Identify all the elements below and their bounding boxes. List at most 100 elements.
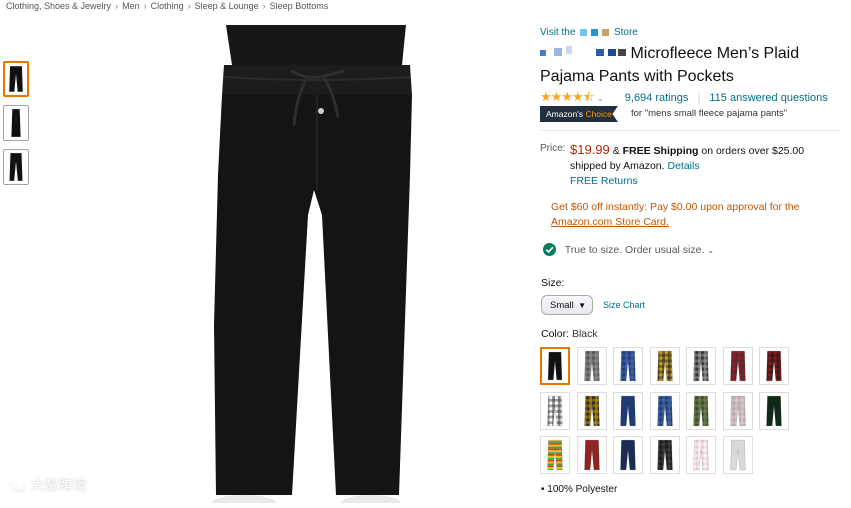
color-swatch[interactable] xyxy=(540,347,570,385)
pants-thumbnail-image xyxy=(9,153,23,181)
pants-swatch-image xyxy=(693,350,709,382)
watermark-icon: ◔◡ xyxy=(6,477,27,493)
product-title: Microfleece Men’s Plaid Pajama Pants wit… xyxy=(540,42,840,88)
check-circle-icon xyxy=(543,243,556,256)
color-swatch[interactable] xyxy=(686,347,716,385)
pants-swatch-image xyxy=(547,395,563,426)
pants-swatch-image xyxy=(693,439,709,471)
pants-swatch-image xyxy=(547,439,563,471)
price-value: $19.99 xyxy=(570,142,610,157)
breadcrumb-separator: › xyxy=(143,1,147,11)
pants-swatch-image xyxy=(547,351,563,381)
pants-swatch-image xyxy=(656,395,673,426)
star-rating-icon[interactable]: ★★★★⯪ xyxy=(540,89,595,104)
badge-amazons-text: Amazon's xyxy=(546,109,584,119)
main-product-image[interactable] xyxy=(196,25,436,508)
promo-text: Get $60 off instantly: Pay $0.00 upon ap… xyxy=(551,201,800,213)
separator: | xyxy=(697,92,701,104)
store-link[interactable]: Visit the Store xyxy=(540,27,638,38)
breadcrumb-link-sleep-bottoms[interactable]: Sleep Bottoms xyxy=(270,1,329,11)
pants-swatch-image xyxy=(583,395,600,426)
watermark-logo: ◔◡ 大数跨境 xyxy=(6,475,87,495)
pants-swatch-image xyxy=(620,439,636,471)
choice-keyword-text: for "mens small fleece pajama pants" xyxy=(631,108,788,119)
thumbnail-side[interactable] xyxy=(3,105,29,141)
color-swatch[interactable] xyxy=(576,391,607,430)
price-amp: & xyxy=(612,145,620,157)
store-card-link[interactable]: Amazon.com Store Card. xyxy=(551,216,669,228)
fit-text: True to size. Order usual size. xyxy=(564,244,705,256)
fit-recommendation[interactable]: True to size. Order usual size. ⌄ xyxy=(543,243,714,256)
divider xyxy=(540,130,840,131)
color-swatch[interactable] xyxy=(722,391,753,430)
badge-choice-text: Choice xyxy=(585,109,612,119)
free-shipping-text: FREE Shipping xyxy=(622,145,699,157)
color-swatch[interactable] xyxy=(759,391,789,430)
color-swatch[interactable] xyxy=(540,436,570,474)
ratings-count-link[interactable]: 9,694 ratings xyxy=(625,92,689,104)
color-swatch[interactable] xyxy=(613,391,643,430)
pants-swatch-image xyxy=(583,439,600,471)
chevron-down-icon: ▼ xyxy=(578,301,586,310)
chevron-down-icon[interactable]: ⌄ xyxy=(597,94,604,103)
feature-bullets: • 100% Polyester xyxy=(541,484,617,495)
watermark-text: 大数跨境 xyxy=(30,477,87,493)
pants-swatch-image xyxy=(656,350,673,382)
breadcrumb: Clothing, Shoes & Jewelry › Men › Clothing › S… xyxy=(6,1,328,11)
thumbnail-back[interactable] xyxy=(3,149,29,185)
pants-swatch-image xyxy=(693,395,709,426)
breadcrumb-link-clothing-shoes-jewelry[interactable]: Clothing, Shoes & Jewelry xyxy=(6,1,111,11)
breadcrumb-link-men[interactable]: Men xyxy=(122,1,140,11)
color-selected-value: Black xyxy=(571,328,598,340)
color-swatch[interactable] xyxy=(759,347,789,385)
free-returns-link[interactable]: FREE Returns xyxy=(570,175,638,187)
color-label: Color: Black xyxy=(541,328,598,340)
color-swatch[interactable] xyxy=(576,436,607,474)
color-swatch[interactable] xyxy=(540,391,570,430)
color-swatch[interactable] xyxy=(686,391,716,430)
size-chart-link[interactable]: Size Chart xyxy=(603,300,645,310)
pants-swatch-image xyxy=(656,439,673,471)
size-label: Size: xyxy=(541,277,565,289)
thumbnail-front[interactable] xyxy=(3,61,29,97)
color-label-text: Color: xyxy=(541,328,570,340)
redacted-brand-block xyxy=(580,28,588,36)
store-link-prefix: Visit the xyxy=(540,27,576,38)
color-swatch[interactable] xyxy=(686,436,716,474)
pants-swatch-image xyxy=(729,395,746,426)
pants-swatch-image xyxy=(766,395,782,426)
breadcrumb-separator: › xyxy=(115,1,119,11)
pants-swatch-image xyxy=(766,350,782,382)
pants-thumbnail-image xyxy=(11,109,21,137)
answered-questions-link[interactable]: 115 answered questions xyxy=(709,92,827,104)
color-swatch[interactable] xyxy=(576,347,607,385)
chevron-down-icon: ⌄ xyxy=(707,246,715,255)
color-swatch[interactable] xyxy=(613,436,643,474)
feature-bullet: • 100% Polyester xyxy=(541,484,618,495)
breadcrumb-link-clothing[interactable]: Clothing xyxy=(151,1,184,11)
pants-swatch-image xyxy=(729,350,746,382)
pants-swatch-image xyxy=(583,350,600,382)
store-card-promo: Get $60 off instantly: Pay $0.00 upon ap… xyxy=(551,200,821,230)
color-swatch[interactable] xyxy=(722,347,753,385)
size-selected-value: Small xyxy=(550,300,574,311)
redacted-brand-block xyxy=(591,28,599,36)
size-dropdown[interactable]: Small ▼ xyxy=(541,295,593,315)
redacted-brand-graphic xyxy=(540,46,626,57)
color-swatch[interactable] xyxy=(649,347,680,385)
price-block: $19.99 & FREE Shipping on orders over $2… xyxy=(570,142,820,189)
color-swatch[interactable] xyxy=(722,436,753,474)
amazons-choice-badge: Amazon's Choice xyxy=(540,106,618,122)
breadcrumb-separator: › xyxy=(187,1,191,11)
breadcrumb-separator: › xyxy=(262,1,266,11)
pants-thumbnail-image xyxy=(9,66,23,92)
color-swatch[interactable] xyxy=(649,391,680,430)
breadcrumb-link-sleep-lounge[interactable]: Sleep & Lounge xyxy=(195,1,259,11)
pants-swatch-image xyxy=(620,395,636,426)
color-swatch[interactable] xyxy=(649,436,680,474)
store-link-suffix: Store xyxy=(613,27,638,38)
black-pajama-pants-image xyxy=(212,25,412,508)
pants-swatch-image xyxy=(729,439,746,471)
color-swatch[interactable] xyxy=(613,347,643,385)
shipping-details-link[interactable]: Details xyxy=(667,160,699,172)
